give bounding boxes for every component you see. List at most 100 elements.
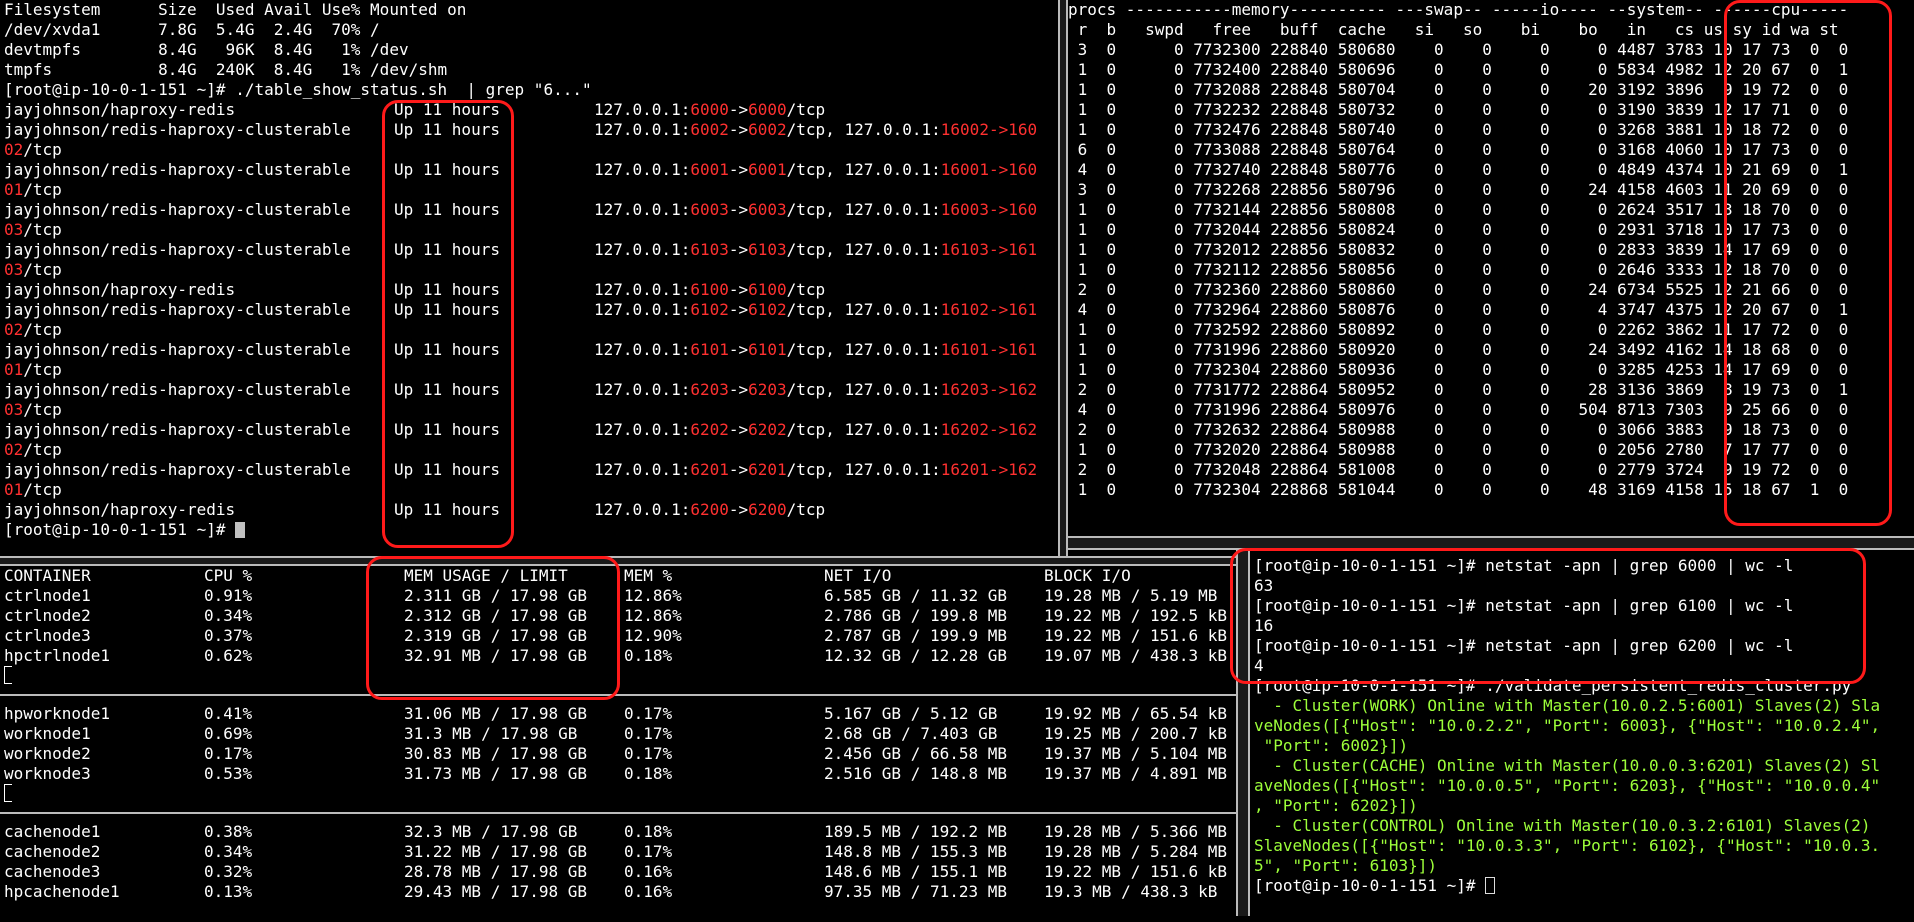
cluster-status-text: - Cluster(WORK) Online with Master(10.0.… bbox=[1254, 696, 1881, 715]
cluster-status-text: - Cluster(CACHE) Online with Master(10.0… bbox=[1254, 756, 1881, 775]
annotation-box-uptime bbox=[382, 100, 514, 548]
refresh-separator bbox=[0, 694, 1240, 696]
stats-cell: 19.37 MB / 4.891 MB bbox=[1044, 764, 1228, 783]
arrow: -> bbox=[728, 120, 749, 139]
arrow: -> bbox=[728, 280, 749, 299]
stats-row: hpcachenode1 0.13% 29.43 MB / 17.98 GB 0.16… bbox=[4, 882, 1240, 902]
stats-cell: 19.22 MB / 192.5 kB bbox=[1044, 606, 1228, 625]
ip-prefix: 127.0.0.1: bbox=[594, 420, 691, 439]
arrow: -> bbox=[728, 500, 749, 519]
container-port: 6002 bbox=[748, 120, 787, 139]
cluster-bus-arrow: ->161 bbox=[988, 340, 1038, 359]
stats-cell: 2.456 GB / 66.58 MB bbox=[824, 744, 1008, 763]
container-row: jayjohnson/redis-haproxy-clusterable Up 1… bbox=[4, 200, 1062, 220]
cluster-bus-arrow: ->160 bbox=[988, 160, 1038, 179]
cluster-bus-port: 16003 bbox=[940, 200, 989, 219]
empty-cursor-marker bbox=[4, 784, 12, 802]
stats-cell: 12.86% bbox=[624, 606, 682, 625]
cluster-bus-port: 16103 bbox=[940, 240, 989, 259]
refresh-separator bbox=[0, 812, 1240, 814]
stats-row: worknode1 0.69% 31.3 MB / 17.98 GB 0.17% 2.6… bbox=[4, 724, 1240, 744]
stats-cell: worknode1 bbox=[4, 724, 91, 743]
port-suffix: /tcp, 127.0.0.1: bbox=[786, 380, 941, 399]
cluster-bus-arrow: ->162 bbox=[988, 460, 1038, 479]
cluster-status-text: 5", "Port": 6103}]) bbox=[1254, 856, 1438, 875]
terminal-pane-docker-status[interactable]: Filesystem Size Used Avail Use% Mounted … bbox=[0, 0, 1062, 556]
container-port: 6100 bbox=[748, 280, 787, 299]
cluster-bus-port: 16202 bbox=[940, 420, 989, 439]
container-row-wrap: 03/tcp bbox=[4, 220, 1062, 240]
stats-cell: 29.43 MB / 17.98 GB bbox=[404, 882, 588, 901]
wrapped-port: 02 bbox=[4, 140, 24, 159]
stats-cell: 0.41% bbox=[204, 704, 253, 723]
wrapped-port: 02 bbox=[4, 320, 24, 339]
ip-prefix: 127.0.0.1: bbox=[594, 340, 691, 359]
output-line: SlaveNodes([{"Host": "10.0.3.3", "Port":… bbox=[1254, 836, 1914, 856]
df-header: Filesystem Size Used Avail Use% Mounted … bbox=[4, 0, 1062, 20]
command-line: [root@ip-10-0-1-151 ~]# ./table_show_sta… bbox=[4, 80, 1062, 100]
cluster-bus-arrow: ->160 bbox=[988, 200, 1038, 219]
stats-row: ctrlnode2 0.34% 2.312 GB / 17.98 GB 12.86% 2… bbox=[4, 606, 1240, 626]
wrapped-suffix: /tcp bbox=[23, 440, 62, 459]
blank-line bbox=[4, 666, 1240, 686]
pane-divider-vertical-top[interactable] bbox=[1058, 0, 1068, 560]
wrapped-port: 01 bbox=[4, 480, 24, 499]
port-suffix: /tcp bbox=[786, 500, 826, 519]
stats-row: cachenode1 0.38% 32.3 MB / 17.98 GB 0.18% 18… bbox=[4, 822, 1240, 842]
stats-cell: hpctrlnode1 bbox=[4, 646, 110, 665]
stats-cell: hpworknode1 bbox=[4, 704, 110, 723]
stats-cell: ctrlnode1 bbox=[4, 586, 91, 605]
stats-cell: 0.17% bbox=[624, 724, 673, 743]
container-row: jayjohnson/redis-haproxy-clusterable Up 1… bbox=[4, 160, 1062, 180]
container-row-wrap: 02/tcp bbox=[4, 140, 1062, 160]
empty-cursor-marker bbox=[4, 666, 12, 684]
df-header-text: Filesystem Size Used Avail Use% Mounted … bbox=[4, 0, 467, 19]
cluster-status-text: - Cluster(CONTROL) Online with Master(10… bbox=[1254, 816, 1871, 835]
container-row-wrap: 03/tcp bbox=[4, 400, 1062, 420]
arrow: -> bbox=[728, 200, 749, 219]
stats-cell: 2.787 GB / 199.9 MB bbox=[824, 626, 1008, 645]
stats-row: cachenode3 0.32% 28.78 MB / 17.98 GB 0.16% 1… bbox=[4, 862, 1240, 882]
arrow: -> bbox=[728, 460, 749, 479]
cluster-bus-arrow: ->162 bbox=[988, 420, 1038, 439]
terminal-cursor bbox=[1485, 877, 1496, 894]
container-row-wrap: 01/tcp bbox=[4, 480, 1062, 500]
stats-cell: 0.34% bbox=[204, 842, 253, 861]
stats-header-0: CONTAINER bbox=[4, 566, 91, 585]
cluster-bus-arrow: ->161 bbox=[988, 300, 1038, 319]
wrapped-suffix: /tcp bbox=[23, 480, 62, 499]
ip-prefix: 127.0.0.1: bbox=[594, 460, 691, 479]
terminal-pane-docker-stats[interactable]: CONTAINER CPU % MEM USAGE / LIMIT MEM % NET … bbox=[0, 566, 1240, 916]
arrow: -> bbox=[728, 160, 749, 179]
stats-cell: 19.28 MB / 5.284 MB bbox=[1044, 842, 1228, 861]
stats-cell: 31.3 MB / 17.98 GB bbox=[404, 724, 578, 743]
port-suffix: /tcp, 127.0.0.1: bbox=[786, 340, 941, 359]
stats-cell: 148.6 MB / 155.1 MB bbox=[824, 862, 1008, 881]
container-row: jayjohnson/redis-haproxy-clusterable Up 1… bbox=[4, 120, 1062, 140]
terminal-cursor bbox=[235, 522, 246, 538]
stats-cell: worknode3 bbox=[4, 764, 91, 783]
stats-row: cachenode2 0.34% 31.22 MB / 17.98 GB 0.17% 1… bbox=[4, 842, 1240, 862]
container-row: jayjohnson/haproxy-redis Up 11 hours 127.0… bbox=[4, 100, 1062, 120]
stats-cell: 19.22 MB / 151.6 kB bbox=[1044, 862, 1228, 881]
ip-prefix: 127.0.0.1: bbox=[594, 300, 691, 319]
stats-cell: 0.53% bbox=[204, 764, 253, 783]
prompt-text: [root@ip-10-0-1-151 ~]# bbox=[4, 520, 236, 539]
container-row: jayjohnson/redis-haproxy-clusterable Up 1… bbox=[4, 420, 1062, 440]
arrow: -> bbox=[728, 340, 749, 359]
ip-prefix: 127.0.0.1: bbox=[594, 240, 691, 259]
df-row: devtmpfs 8.4G 96K 8.4G 1% /dev bbox=[4, 40, 1062, 60]
stats-cell: 6.585 GB / 11.32 GB bbox=[824, 586, 1008, 605]
container-port: 6103 bbox=[748, 240, 787, 259]
wrapped-suffix: /tcp bbox=[23, 360, 62, 379]
container-row: jayjohnson/redis-haproxy-clusterable Up 1… bbox=[4, 380, 1062, 400]
stats-row: ctrlnode1 0.91% 2.311 GB / 17.98 GB 12.86% 6… bbox=[4, 586, 1240, 606]
blank-line bbox=[4, 784, 1240, 804]
annotation-box-cpu bbox=[1724, 0, 1892, 526]
df-row-text: devtmpfs 8.4G 96K 8.4G 1% /dev bbox=[4, 40, 409, 59]
stats-header-4: NET I/O bbox=[824, 566, 892, 585]
arrow: -> bbox=[728, 100, 749, 119]
cluster-status-text: SlaveNodes([{"Host": "10.0.3.3", "Port":… bbox=[1254, 836, 1881, 855]
stats-cell: 0.17% bbox=[624, 704, 673, 723]
container-row: jayjohnson/redis-haproxy-clusterable Up 1… bbox=[4, 340, 1062, 360]
